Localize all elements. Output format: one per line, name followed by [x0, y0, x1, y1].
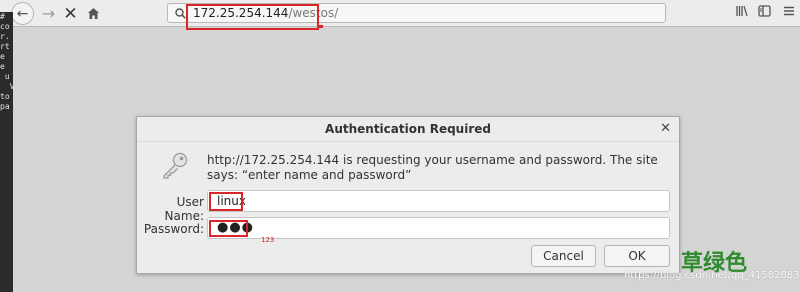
hamburger-menu-icon[interactable]: [783, 5, 795, 21]
password-label: Password:: [143, 222, 204, 236]
username-field[interactable]: linux: [207, 190, 670, 212]
search-icon: [175, 7, 186, 19]
password-field[interactable]: ●●●: [207, 217, 670, 239]
home-icon: [88, 8, 99, 19]
key-icon: [163, 152, 188, 179]
home-button[interactable]: [82, 2, 105, 25]
forward-button[interactable]: →: [37, 2, 60, 25]
terminal-line: e: [0, 52, 5, 61]
browser-toolbar: ← → ✕ 172.25.254.144/westos/: [0, 0, 800, 27]
watermark-url: https://blog.csdn.net/qq_41582883: [624, 270, 800, 281]
back-button[interactable]: ←: [11, 2, 34, 25]
terminal-line: to: [0, 92, 10, 101]
terminal-line: r.: [0, 32, 10, 41]
terminal-line: rt: [0, 42, 10, 51]
terminal-line: #: [0, 12, 5, 21]
terminal-line: co: [0, 22, 10, 31]
terminal-strip: # co r. rt e e u V to pa: [0, 12, 13, 292]
terminal-line: e: [0, 62, 5, 71]
terminal-line: pa: [0, 102, 10, 111]
library-icon[interactable]: [736, 5, 749, 21]
sidebar-icon[interactable]: [758, 5, 771, 21]
ok-button[interactable]: OK: [604, 245, 670, 267]
terminal-line: V: [9, 82, 13, 91]
username-label: User Name:: [164, 195, 204, 223]
auth-message: http://172.25.254.144 is requesting your…: [207, 153, 658, 182]
arrow-left-icon: ←: [16, 5, 29, 22]
arrow-right-icon: →: [41, 4, 56, 23]
close-icon: ✕: [63, 3, 78, 24]
password-annotation-box: [209, 220, 248, 237]
dialog-title: Authentication Required: [137, 117, 679, 142]
cancel-button[interactable]: Cancel: [531, 245, 596, 267]
url-annotation-box: [186, 4, 319, 30]
username-annotation-box: [209, 192, 243, 211]
terminal-line: u: [0, 72, 10, 81]
password-annotation-note: 123: [261, 236, 275, 244]
url-annotation-tick: [319, 25, 323, 28]
stop-button[interactable]: ✕: [59, 2, 82, 25]
auth-dialog: Authentication Required ✕ http://172.25.…: [136, 116, 680, 274]
close-icon[interactable]: ✕: [660, 121, 671, 136]
